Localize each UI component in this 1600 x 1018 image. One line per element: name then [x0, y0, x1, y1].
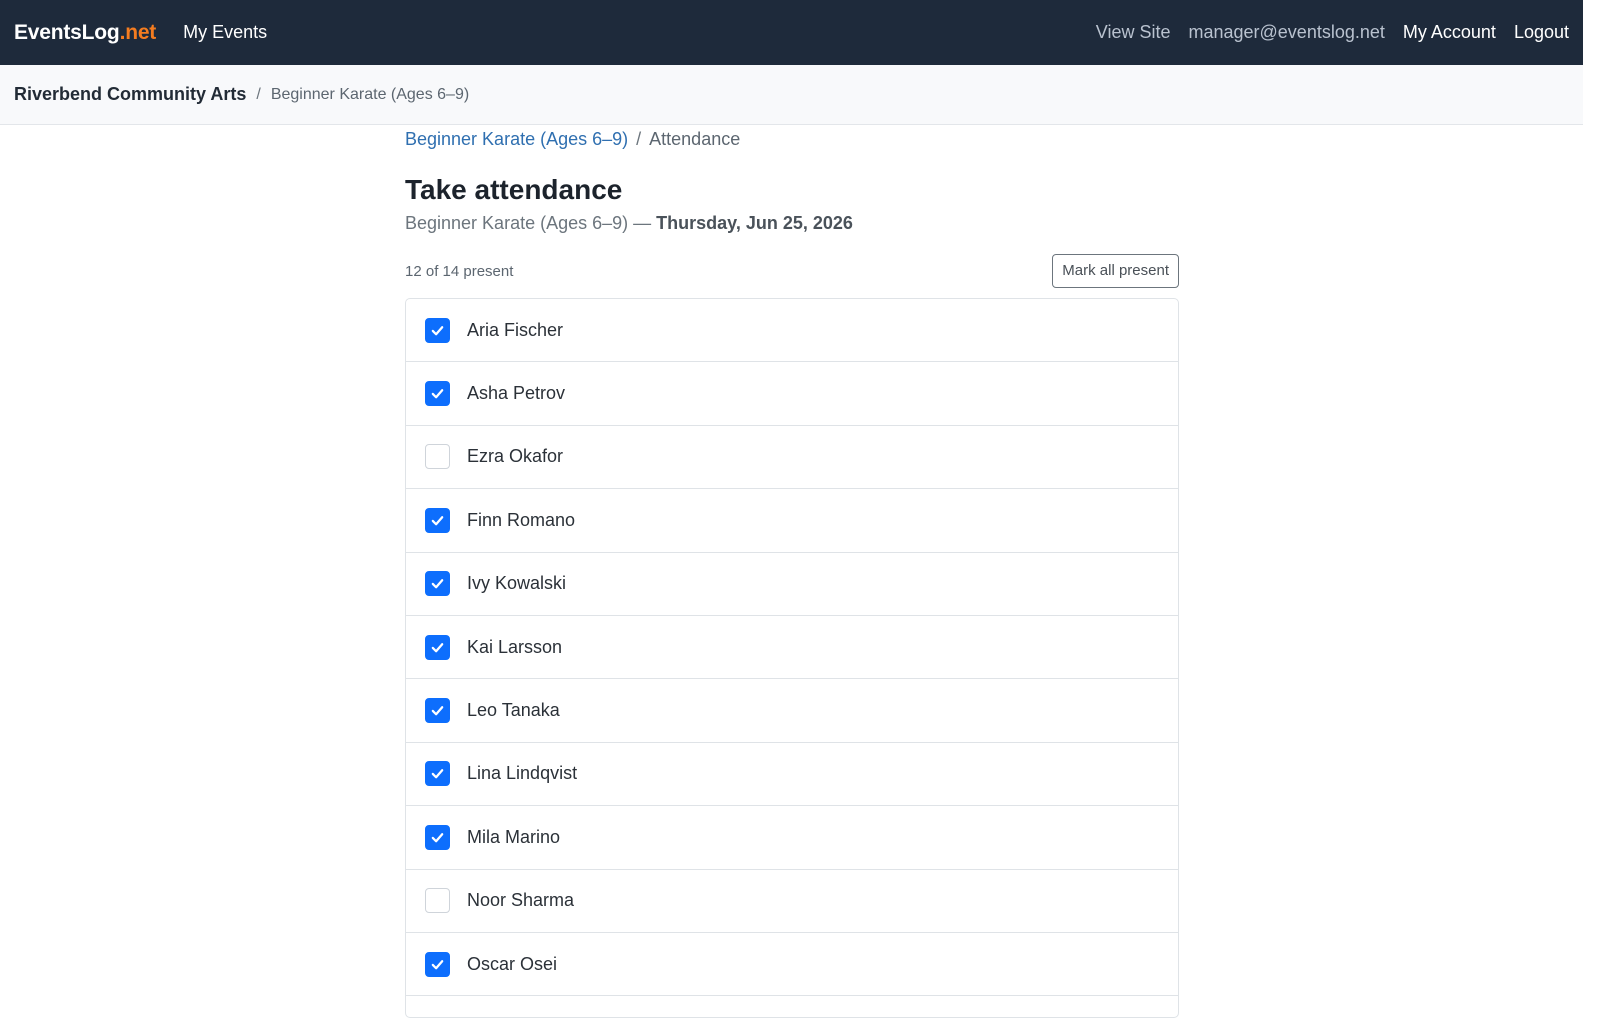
checkmark-icon	[431, 515, 444, 526]
attendee-row[interactable]: Lina Lindqvist	[406, 743, 1178, 807]
context-event-name: Beginner Karate (Ages 6–9)	[270, 85, 470, 103]
checkmark-icon	[431, 706, 444, 716]
attendance-checkbox[interactable]	[425, 698, 450, 724]
checkmark-icon	[431, 389, 444, 399]
attendee-row[interactable]: Noor Sharma	[406, 870, 1178, 933]
subtitle-event-name: Beginner Karate (Ages 6–9) —	[405, 213, 652, 233]
attendee-name: Noor Sharma	[467, 890, 575, 911]
attendee-row[interactable]: Aria Fischer	[406, 299, 1178, 363]
attendee-row[interactable]: Kai Larsson	[406, 616, 1178, 680]
checkmark-icon	[431, 642, 444, 653]
attendance-checkbox[interactable]	[425, 317, 450, 343]
nav-view-site-link[interactable]: View Site	[1096, 22, 1171, 43]
attendee-row[interactable]: Leo Tanaka	[406, 679, 1178, 743]
attendance-toolbar: 12 of 14 present Mark all present	[405, 254, 1179, 288]
brand-accent: .net	[119, 20, 157, 44]
breadcrumb: Beginner Karate (Ages 6–9) / Attendance	[405, 129, 1179, 154]
nav-my-account-link[interactable]: My Account	[1403, 22, 1496, 43]
breadcrumb-event-link[interactable]: Beginner Karate (Ages 6–9)	[405, 129, 628, 149]
context-bar: Riverbend Community Arts / Beginner Kara…	[0, 65, 1583, 125]
attendee-row[interactable]: Mila Marino	[406, 806, 1178, 870]
attendance-checkbox[interactable]	[425, 444, 450, 470]
attendee-row[interactable]: Ivy Kowalski	[406, 553, 1178, 616]
attendee-name: Leo Tanaka	[467, 700, 560, 721]
subtitle-date: Thursday, Jun 25, 2026	[656, 213, 853, 233]
attendee-row[interactable]: Finn Romano	[406, 489, 1178, 553]
attendee-row[interactable]: Ezra Okafor	[406, 426, 1178, 490]
attendee-name: Aria Fischer	[467, 319, 564, 340]
main-content: Beginner Karate (Ages 6–9) / Attendance Ta…	[405, 125, 1179, 1018]
attendee-name: Oscar Osei	[467, 953, 558, 974]
attendance-checkbox[interactable]	[425, 507, 450, 533]
attendee-name: Ezra Okafor	[467, 446, 564, 467]
page-subtitle: Beginner Karate (Ages 6–9) — Thursday, J…	[405, 213, 1179, 234]
attendance-checkbox[interactable]	[425, 381, 450, 407]
attendee-name: Finn Romano	[467, 509, 576, 530]
top-navbar: EventsLog.net My Events View Site manage…	[0, 0, 1583, 65]
attendee-name: Lina Lindqvist	[467, 763, 578, 784]
attendance-checkbox[interactable]	[425, 888, 450, 914]
attendance-checkbox[interactable]	[425, 634, 450, 660]
nav-user-email: manager@eventslog.net	[1188, 22, 1385, 42]
attendee-name: Ivy Kowalski	[467, 573, 567, 594]
attendee-row[interactable]: Asha Petrov	[406, 362, 1178, 426]
checkmark-icon	[431, 579, 444, 589]
attendee-name: Mila Marino	[467, 826, 561, 847]
attendance-checkbox[interactable]	[425, 571, 450, 597]
nav-right-group: View Site manager@eventslog.net My Accou…	[1078, 22, 1569, 43]
nav-logout-link[interactable]: Logout	[1514, 22, 1569, 43]
brand-logo[interactable]: EventsLog.net	[14, 21, 156, 45]
checkmark-icon	[431, 832, 444, 843]
context-separator: /	[256, 85, 261, 103]
attendee-list: Aria Fischer Asha Petrov Ezra Okafor Finn R…	[405, 298, 1179, 1018]
attendance-checkbox[interactable]	[425, 951, 450, 977]
page-title: Take attendance	[405, 174, 623, 205]
checkmark-icon	[431, 769, 444, 779]
checkmark-icon	[431, 325, 444, 336]
breadcrumb-separator: /	[636, 129, 642, 149]
mark-all-present-button[interactable]: Mark all present	[1052, 254, 1179, 288]
breadcrumb-current: Attendance	[649, 129, 741, 149]
checkmark-icon	[431, 959, 444, 969]
attendee-row[interactable]: Oscar Osei	[406, 933, 1178, 997]
attendee-name: Asha Petrov	[467, 383, 566, 404]
org-name-link[interactable]: Riverbend Community Arts	[14, 84, 246, 105]
brand-name: EventsLog	[14, 20, 120, 44]
present-count: 12 of 14 present	[405, 262, 514, 280]
nav-my-events-link[interactable]: My Events	[183, 22, 267, 43]
attendee-name: Kai Larsson	[467, 636, 563, 657]
attendance-checkbox[interactable]	[425, 824, 450, 850]
attendance-checkbox[interactable]	[425, 761, 450, 787]
